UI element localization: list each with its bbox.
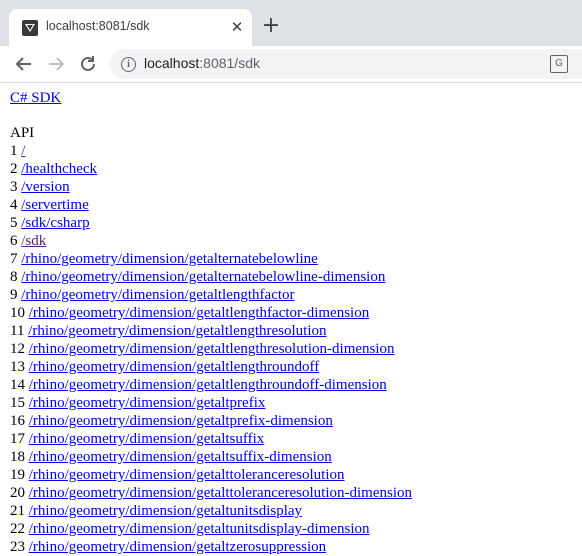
endpoint-link[interactable]: /rhino/geometry/dimension/getaltsuffix-d… [29,449,332,465]
endpoint-link[interactable]: /sdk [21,233,46,249]
reload-icon[interactable] [76,52,100,76]
endpoint-number: 11 [10,323,25,339]
endpoint-number: 20 [10,485,25,501]
toolbar: i localhost:8081/sdk G [0,46,582,83]
endpoint-link[interactable]: / [21,143,25,159]
endpoint-row: 3 /version [10,178,582,196]
endpoint-link[interactable]: /rhino/geometry/dimension/getalternatebe… [21,269,385,285]
endpoint-row: 8 /rhino/geometry/dimension/getalternate… [10,268,582,286]
endpoint-number: 9 [10,287,18,303]
endpoint-link[interactable]: /rhino/geometry/dimension/getaltunitsdis… [29,521,370,537]
endpoint-number: 3 [10,179,18,195]
endpoint-link[interactable]: /rhino/geometry/dimension/getaltlengthro… [29,377,387,393]
endpoint-link[interactable]: /sdk/csharp [21,215,89,231]
tab-title: localhost:8081/sdk [46,19,150,33]
endpoint-row: 13 /rhino/geometry/dimension/getaltlengt… [10,358,582,376]
endpoint-link[interactable]: /rhino/geometry/dimension/getaltsuffix [29,431,265,447]
browser-tab[interactable]: localhost:8081/sdk ✕ [9,9,252,46]
favicon-icon [22,20,38,36]
endpoint-row: 6 /sdk [10,232,582,250]
endpoint-number: 5 [10,215,18,231]
endpoint-number: 6 [10,233,18,249]
endpoint-link[interactable]: /rhino/geometry/dimension/getalttoleranc… [29,467,345,483]
endpoint-link[interactable]: /rhino/geometry/dimension/getaltlengthfa… [21,287,294,303]
endpoint-row: 16 /rhino/geometry/dimension/getaltprefi… [10,412,582,430]
endpoint-number: 1 [10,143,18,159]
endpoint-row: 22 /rhino/geometry/dimension/getaltunits… [10,520,582,538]
site-info-icon[interactable]: i [121,57,136,72]
endpoint-row: 17 /rhino/geometry/dimension/getaltsuffi… [10,430,582,448]
page-content: C# SDK API 1 /2 /healthcheck 3 /version 4 … [10,82,582,556]
endpoint-number: 23 [10,539,25,555]
endpoint-number: 18 [10,449,25,465]
forward-icon[interactable] [44,52,68,76]
endpoint-number: 13 [10,359,25,375]
endpoint-number: 8 [10,269,18,285]
endpoint-row: 1 / [10,142,582,160]
endpoint-number: 7 [10,251,18,267]
api-heading: API [10,125,35,141]
endpoint-link[interactable]: /rhino/geometry/dimension/getaltlengthre… [29,341,395,357]
endpoint-number: 16 [10,413,25,429]
endpoint-row: 7 /rhino/geometry/dimension/getalternate… [10,250,582,268]
address-bar[interactable]: i localhost:8081/sdk G [110,49,582,79]
endpoint-row: 19 /rhino/geometry/dimension/getalttoler… [10,466,582,484]
endpoint-link[interactable]: /rhino/geometry/dimension/getaltunitsdis… [29,503,302,519]
new-tab-icon[interactable]: + [261,15,281,37]
endpoint-row: 23 /rhino/geometry/dimension/getaltzeros… [10,538,582,556]
endpoint-row: 5 /sdk/csharp [10,214,582,232]
endpoint-link[interactable]: /rhino/geometry/dimension/getalternatebe… [21,251,318,267]
translate-icon[interactable]: G [550,55,568,73]
endpoint-link[interactable]: /version [21,179,69,195]
endpoint-number: 17 [10,431,25,447]
endpoint-link[interactable]: /rhino/geometry/dimension/getaltlengthfa… [29,305,369,321]
back-icon[interactable] [12,52,36,76]
endpoint-link[interactable]: /healthcheck [21,161,97,177]
endpoint-link[interactable]: /rhino/geometry/dimension/getaltzerosupp… [29,539,326,555]
tab-strip: localhost:8081/sdk ✕ + [0,0,582,46]
endpoint-link[interactable]: /rhino/geometry/dimension/getaltprefix [29,395,266,411]
endpoint-number: 14 [10,377,25,393]
endpoint-number: 4 [10,197,18,213]
url-text[interactable]: localhost:8081/sdk [144,55,260,71]
endpoint-row: 4 /servertime [10,196,582,214]
endpoint-number: 15 [10,395,25,411]
endpoint-row: 20 /rhino/geometry/dimension/getalttoler… [10,484,582,502]
endpoint-number: 2 [10,161,18,177]
endpoint-row: 11 /rhino/geometry/dimension/getaltlengt… [10,322,582,340]
endpoint-row: 10 /rhino/geometry/dimension/getaltlengt… [10,304,582,322]
endpoint-row: 18 /rhino/geometry/dimension/getaltsuffi… [10,448,582,466]
sdk-link[interactable]: C# SDK [10,89,582,107]
endpoint-row: 15 /rhino/geometry/dimension/getaltprefi… [10,394,582,412]
endpoint-link[interactable]: /rhino/geometry/dimension/getaltlengthre… [28,323,326,339]
endpoint-row: 9 /rhino/geometry/dimension/getaltlength… [10,286,582,304]
close-icon[interactable]: ✕ [227,17,247,37]
endpoint-row: 14 /rhino/geometry/dimension/getaltlengt… [10,376,582,394]
endpoint-number: 12 [10,341,25,357]
endpoint-number: 19 [10,467,25,483]
endpoint-number: 10 [10,305,25,321]
endpoint-link[interactable]: /rhino/geometry/dimension/getaltlengthro… [29,359,320,375]
endpoint-row: 21 /rhino/geometry/dimension/getaltunits… [10,502,582,520]
endpoint-link[interactable]: /servertime [21,197,88,213]
endpoint-list: 1 /2 /healthcheck 3 /version 4 /servertime… [10,142,582,556]
endpoint-number: 21 [10,503,25,519]
endpoint-row: 2 /healthcheck [10,160,582,178]
endpoint-link[interactable]: /rhino/geometry/dimension/getaltprefix-d… [29,413,333,429]
endpoint-link[interactable]: /rhino/geometry/dimension/getalttoleranc… [29,485,412,501]
endpoint-row: 12 /rhino/geometry/dimension/getaltlengt… [10,340,582,358]
endpoint-number: 22 [10,521,25,537]
